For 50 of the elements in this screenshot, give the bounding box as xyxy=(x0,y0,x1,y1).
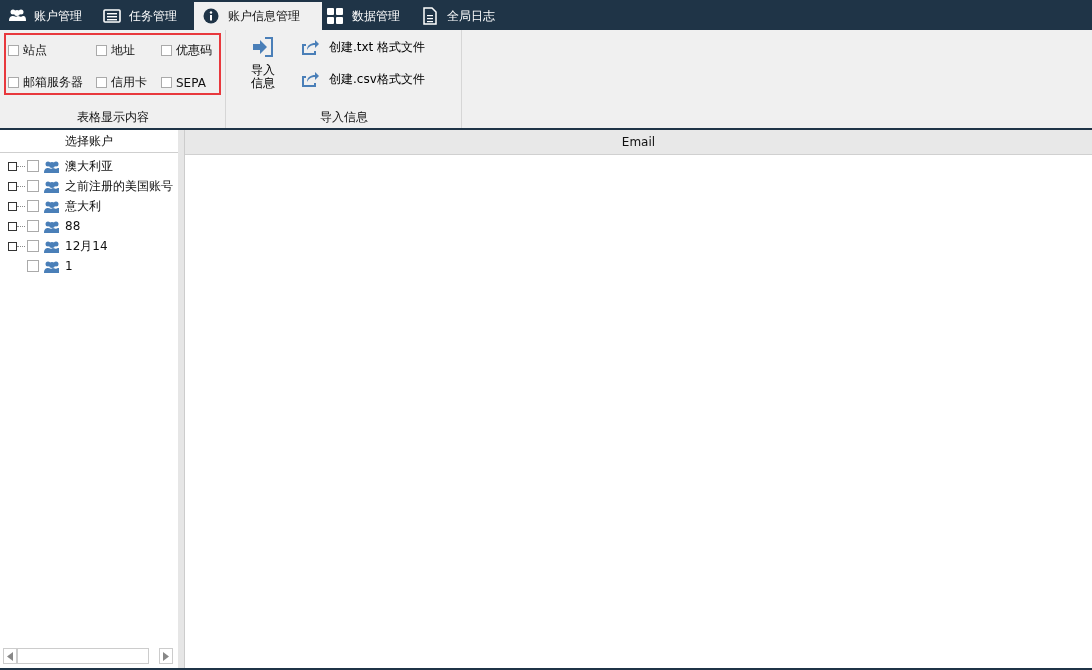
checkbox[interactable] xyxy=(27,220,39,232)
group-title: 导入信息 xyxy=(318,109,369,126)
checkbox[interactable] xyxy=(161,44,172,56)
export-button[interactable]: 创建.csv格式文件 xyxy=(300,70,426,88)
checkbox[interactable] xyxy=(161,77,172,89)
users-icon xyxy=(43,239,59,253)
tab[interactable]: 账户信息管理 xyxy=(194,2,322,30)
checkbox-label[interactable]: 地址 xyxy=(111,41,135,59)
export-button[interactable]: 创建.txt 格式文件 xyxy=(300,38,426,56)
tree-item[interactable]: 88 xyxy=(65,219,81,233)
tree-item[interactable]: 之前注册的美国账号 xyxy=(65,177,173,195)
info-icon xyxy=(202,7,220,25)
import-button[interactable]: 导入信息 xyxy=(240,36,286,90)
tab[interactable]: 全局日志 xyxy=(417,2,512,30)
tree-item[interactable]: 12月14 xyxy=(65,237,108,255)
checkbox-label[interactable]: 站点 xyxy=(23,41,47,59)
scroll-left-icon[interactable] xyxy=(7,651,13,661)
tree-item[interactable]: 1 xyxy=(65,259,73,273)
scroll-right-icon[interactable] xyxy=(163,651,169,661)
checkbox[interactable] xyxy=(27,180,39,192)
checkbox-label[interactable]: 优惠码 xyxy=(176,41,212,59)
share-icon xyxy=(300,70,319,88)
checkbox[interactable] xyxy=(27,240,39,252)
import-arrow-icon xyxy=(252,36,274,58)
checkbox[interactable] xyxy=(96,77,107,89)
group-title: 表格显示内容 xyxy=(75,109,150,126)
list-icon xyxy=(103,7,121,25)
tab[interactable]: 账户管理 xyxy=(4,2,99,30)
checkbox[interactable] xyxy=(27,160,39,172)
checkbox-label[interactable]: SEPA xyxy=(176,75,206,90)
checkbox[interactable] xyxy=(27,260,39,272)
tree-item[interactable]: 意大利 xyxy=(65,197,101,215)
checkbox[interactable] xyxy=(27,200,39,212)
checkbox-label[interactable]: 信用卡 xyxy=(111,74,147,92)
users-icon xyxy=(43,199,59,213)
tree-item[interactable]: 澳大利亚 xyxy=(65,157,113,175)
document-icon xyxy=(421,7,439,25)
column-header[interactable]: Email xyxy=(185,130,1092,155)
users-icon xyxy=(43,219,59,233)
tab[interactable]: 任务管理 xyxy=(99,2,194,30)
users-icon xyxy=(43,159,59,173)
users-icon xyxy=(43,179,59,193)
checkbox[interactable] xyxy=(96,44,107,56)
share-icon xyxy=(300,38,319,56)
checkbox[interactable] xyxy=(8,44,19,56)
checkbox-label[interactable]: 邮箱服务器 xyxy=(23,74,83,92)
tab[interactable]: 数据管理 xyxy=(322,2,417,30)
grid-icon xyxy=(326,7,344,25)
checkbox[interactable] xyxy=(8,77,19,89)
users-icon xyxy=(43,259,59,273)
